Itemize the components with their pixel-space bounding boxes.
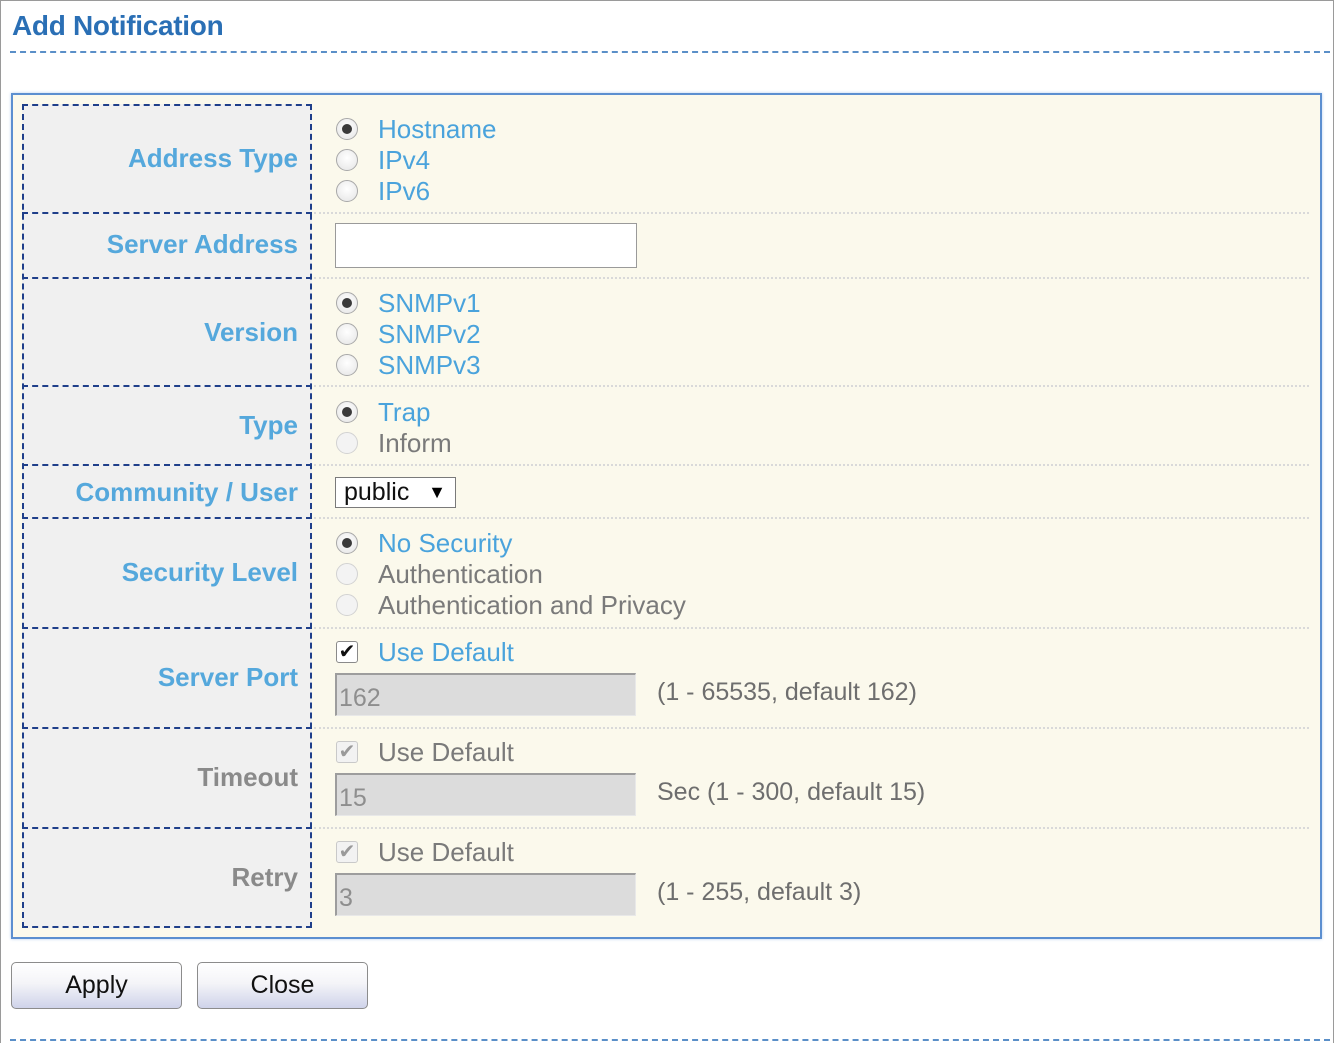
timeout-hint: Sec (1 - 300, default 15): [657, 778, 926, 806]
radio-label: SNMPv1: [378, 287, 481, 318]
version-snmpv1-option[interactable]: SNMPv1: [336, 287, 481, 318]
radio-label: Hostname: [378, 113, 497, 144]
radio-label: IPv4: [378, 144, 431, 175]
radio-label: SNMPv2: [378, 318, 481, 349]
security-level-label: Security Level: [121, 557, 298, 587]
type-trap-option[interactable]: Trap: [336, 396, 431, 427]
timeout-label: Timeout: [197, 762, 298, 792]
apply-button[interactable]: Apply: [11, 962, 182, 1009]
use-default-checkbox[interactable]: ✔: [336, 641, 358, 663]
row-divider: [22, 464, 312, 466]
radio-inform[interactable]: [336, 432, 358, 454]
radio-label: IPv6: [378, 175, 431, 206]
server-port-label: Server Port: [157, 662, 298, 692]
chevron-down-icon: ▼: [428, 482, 446, 502]
server-address-input[interactable]: [335, 223, 637, 268]
radio-label: No Security: [378, 527, 513, 558]
timeout-use-default[interactable]: ✔ Use Default: [336, 736, 514, 767]
radio-hostname[interactable]: [336, 118, 358, 140]
server-port-hint: (1 - 65535, default 162): [657, 678, 917, 706]
radio-snmpv1[interactable]: [336, 292, 358, 314]
address-type-label: Address Type: [127, 143, 298, 173]
retry-use-default[interactable]: ✔ Use Default: [336, 836, 514, 867]
retry-label: Retry: [231, 862, 298, 892]
use-default-checkbox[interactable]: ✔: [336, 741, 358, 763]
checkbox-label: Use Default: [378, 736, 514, 767]
row-divider: [22, 517, 312, 519]
community-user-select[interactable]: public ▼: [335, 477, 456, 508]
checkbox-label: Use Default: [378, 636, 514, 667]
title-divider: [10, 51, 1330, 53]
label-column: [22, 104, 312, 928]
row-divider: [314, 727, 1309, 729]
row-divider: [314, 385, 1309, 387]
community-user-label: Community / User: [75, 477, 299, 507]
close-button[interactable]: Close: [197, 962, 368, 1009]
version-snmpv2-option[interactable]: SNMPv2: [336, 318, 481, 349]
row-divider: [314, 517, 1309, 519]
row-divider: [22, 827, 312, 829]
radio-label: Inform: [378, 427, 452, 458]
version-label: Version: [204, 317, 298, 347]
row-divider: [314, 827, 1309, 829]
type-label: Type: [239, 410, 298, 440]
radio-snmpv3[interactable]: [336, 354, 358, 376]
row-divider: [314, 627, 1309, 629]
radio-ipv4[interactable]: [336, 149, 358, 171]
radio-label: SNMPv3: [378, 349, 481, 380]
row-divider: [314, 212, 1309, 214]
radio-label: Authentication and Privacy: [378, 589, 686, 620]
radio-auth-privacy[interactable]: [336, 594, 358, 616]
address-type-ipv4-option[interactable]: IPv4: [336, 144, 431, 175]
checkbox-label: Use Default: [378, 836, 514, 867]
row-divider: [22, 627, 312, 629]
row-divider: [314, 277, 1309, 279]
radio-snmpv2[interactable]: [336, 323, 358, 345]
radio-no-security[interactable]: [336, 532, 358, 554]
retry-input[interactable]: [335, 873, 636, 916]
use-default-checkbox[interactable]: ✔: [336, 841, 358, 863]
security-auth-privacy-option[interactable]: Authentication and Privacy: [336, 589, 686, 620]
address-type-ipv6-option[interactable]: IPv6: [336, 175, 431, 206]
row-divider: [314, 464, 1309, 466]
radio-trap[interactable]: [336, 401, 358, 423]
row-divider: [22, 385, 312, 387]
type-inform-option[interactable]: Inform: [336, 427, 452, 458]
row-divider: [22, 727, 312, 729]
retry-hint: (1 - 255, default 3): [657, 878, 862, 906]
version-snmpv3-option[interactable]: SNMPv3: [336, 349, 481, 380]
radio-label: Authentication: [378, 558, 543, 589]
server-address-label: Server Address: [106, 229, 298, 259]
security-auth-option[interactable]: Authentication: [336, 558, 543, 589]
select-value: public: [344, 478, 410, 506]
server-port-use-default[interactable]: ✔ Use Default: [336, 636, 514, 667]
radio-authentication[interactable]: [336, 563, 358, 585]
row-divider: [22, 277, 312, 279]
radio-ipv6[interactable]: [336, 180, 358, 202]
server-port-input[interactable]: [335, 673, 636, 716]
address-type-hostname-option[interactable]: Hostname: [336, 113, 497, 144]
page-title: Add Notification: [12, 10, 224, 41]
security-none-option[interactable]: No Security: [336, 527, 513, 558]
bottom-divider: [10, 1039, 1330, 1041]
radio-label: Trap: [378, 396, 431, 427]
timeout-input[interactable]: [335, 773, 636, 816]
row-divider: [22, 212, 312, 214]
